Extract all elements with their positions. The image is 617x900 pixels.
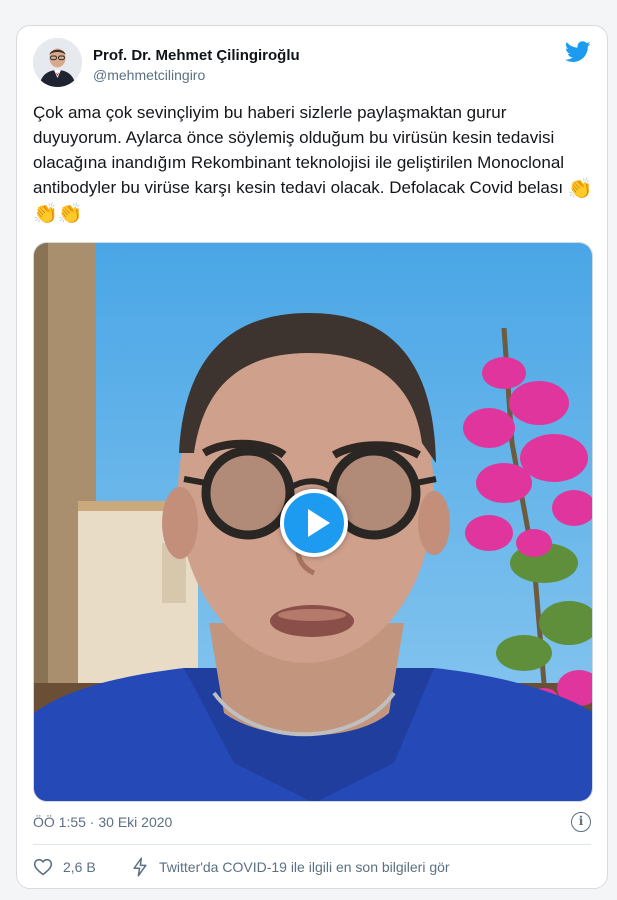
tweet-header: Prof. Dr. Mehmet Çilingiroğlu @mehmetcil…: [33, 38, 591, 94]
author-names: Prof. Dr. Mehmet Çilingiroğlu @mehmetcil…: [93, 46, 300, 85]
info-icon[interactable]: i: [571, 812, 591, 832]
divider: [33, 844, 591, 845]
tweet-card: Prof. Dr. Mehmet Çilingiroğlu @mehmetcil…: [16, 25, 608, 889]
tweet-actions: 2,6 B Twitter'da COVID-19 ile ilgili en …: [33, 852, 591, 882]
tweet-body: Çok ama çok sevinçliyim bu haberi sizler…: [33, 103, 565, 197]
lightning-icon: [133, 857, 147, 877]
author-display-name[interactable]: Prof. Dr. Mehmet Çilingiroğlu: [93, 46, 300, 65]
covid-info-label: Twitter'da COVID-19 ile ilgili en son bi…: [159, 859, 450, 875]
like-count: 2,6 B: [63, 859, 96, 875]
like-button[interactable]: 2,6 B: [33, 852, 96, 882]
author-handle[interactable]: @mehmetcilingiro: [93, 66, 300, 85]
tweet-meta: ÖÖ 1:55 · 30 Eki 2020 i: [33, 812, 591, 832]
heart-icon: [33, 858, 53, 876]
twitter-bird-icon[interactable]: [564, 41, 591, 63]
tweet-text: Çok ama çok sevinçliyim bu haberi sizler…: [33, 100, 593, 225]
covid-info-link[interactable]: Twitter'da COVID-19 ile ilgili en son bi…: [131, 852, 450, 882]
play-icon[interactable]: [280, 489, 348, 557]
video-player[interactable]: [33, 242, 593, 802]
tweet-timestamp[interactable]: ÖÖ 1:55 · 30 Eki 2020: [33, 814, 172, 830]
avatar[interactable]: [33, 38, 82, 87]
